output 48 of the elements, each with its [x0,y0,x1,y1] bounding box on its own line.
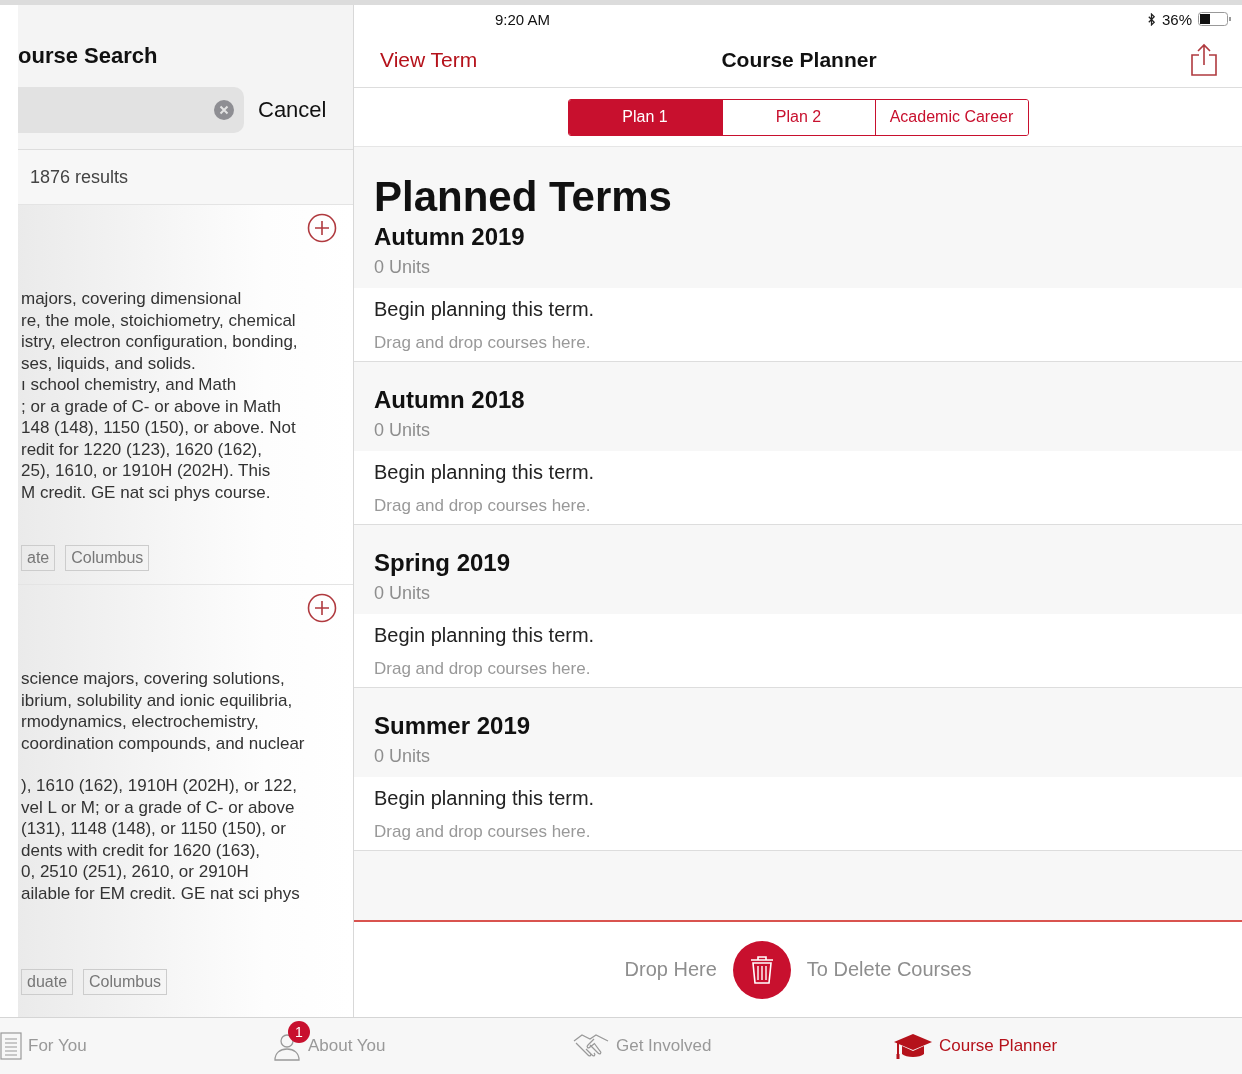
cancel-button[interactable]: Cancel [244,97,327,123]
course-description: science majors, covering solutions, ibrium, solubility and ionic equilibria, rmodynamics, electrochemistry, coordination compounds, and nuclear [21,668,306,754]
add-icon[interactable] [307,593,337,623]
term-name: Autumn 2018 [374,386,526,414]
results-count: 1876 results [30,166,129,188]
course-tag: Columbus [65,545,150,571]
term-prompt: Begin planning this term. [374,461,596,484]
course-tag: Columbus [83,969,168,995]
term-units: 0 Units [374,420,432,441]
course-tag: duate [21,969,74,995]
term-name: Spring 2019 [374,549,512,577]
status-time: 9:20 AM [495,10,551,28]
term-units: 0 Units [374,583,432,604]
clear-icon[interactable] [214,100,234,120]
term-units: 0 Units [374,746,432,767]
term-prompt: Begin planning this term. [374,624,596,647]
list-icon [0,1032,22,1060]
delete-label: To Delete Courses [806,958,972,981]
share-icon[interactable] [1190,43,1218,77]
search-field[interactable] [18,87,244,133]
course-description: ), 1610 (162), 1910H (202H), or 122, vel L or M; or a grade of C- or above (131), 1148 (148), or 1150 (150), or dents with credit for 1620 (163), 0, 2510 (251), 2610, or 2910H ailable for EM credit. GE nat sci phys [21,775,301,904]
tab-item[interactable]: 1 About You [272,1018,386,1074]
term-name: Autumn 2019 [374,223,526,251]
term-units: 0 Units [374,257,432,278]
term-hint: Drag and drop courses here. [374,822,592,842]
term-prompt: Begin planning this term. [374,787,596,810]
bluetooth-icon [1146,12,1156,26]
nav-title: Course Planner [721,48,877,72]
term-prompt: Begin planning this term. [374,298,596,321]
graduation-cap-icon [893,1031,933,1061]
battery-icon [1198,12,1232,26]
view-term-button[interactable]: View Term [380,48,478,72]
battery-percent: 36% [1161,10,1192,28]
term-hint: Drag and drop courses here. [374,496,592,516]
term-name: Summer 2019 [374,712,532,740]
course-description: majors, covering dimensional re, the mole, stoichiometry, chemical istry, electron configuration, bonding, ses, liquids, and solids. ı school chemistry, and Math ; or a grade of C- or above in Math 148 (148), 1150 (150), or above. Not redit for 1220 (123), 1620 (162), 25), 1610, or 1910H (202H). This M credit. GE nat sci phys course. [21,288,299,503]
segment-tab[interactable]: Academic Career [874,99,1028,135]
term-hint: Drag and drop courses here. [374,659,592,679]
page-heading: Planned Terms [373,172,673,221]
segment-tab[interactable]: Plan 1 [568,99,722,135]
drop-label: Drop Here [624,958,717,981]
trash-icon[interactable] [732,940,791,999]
notification-badge: 1 [288,1021,310,1043]
course-tag: ate [21,545,56,571]
term-hint: Drag and drop courses here. [374,333,592,353]
tab-item[interactable]: Course Planner [893,1018,1058,1074]
add-icon[interactable] [307,213,337,243]
panel-title: ourse Search [18,43,159,70]
